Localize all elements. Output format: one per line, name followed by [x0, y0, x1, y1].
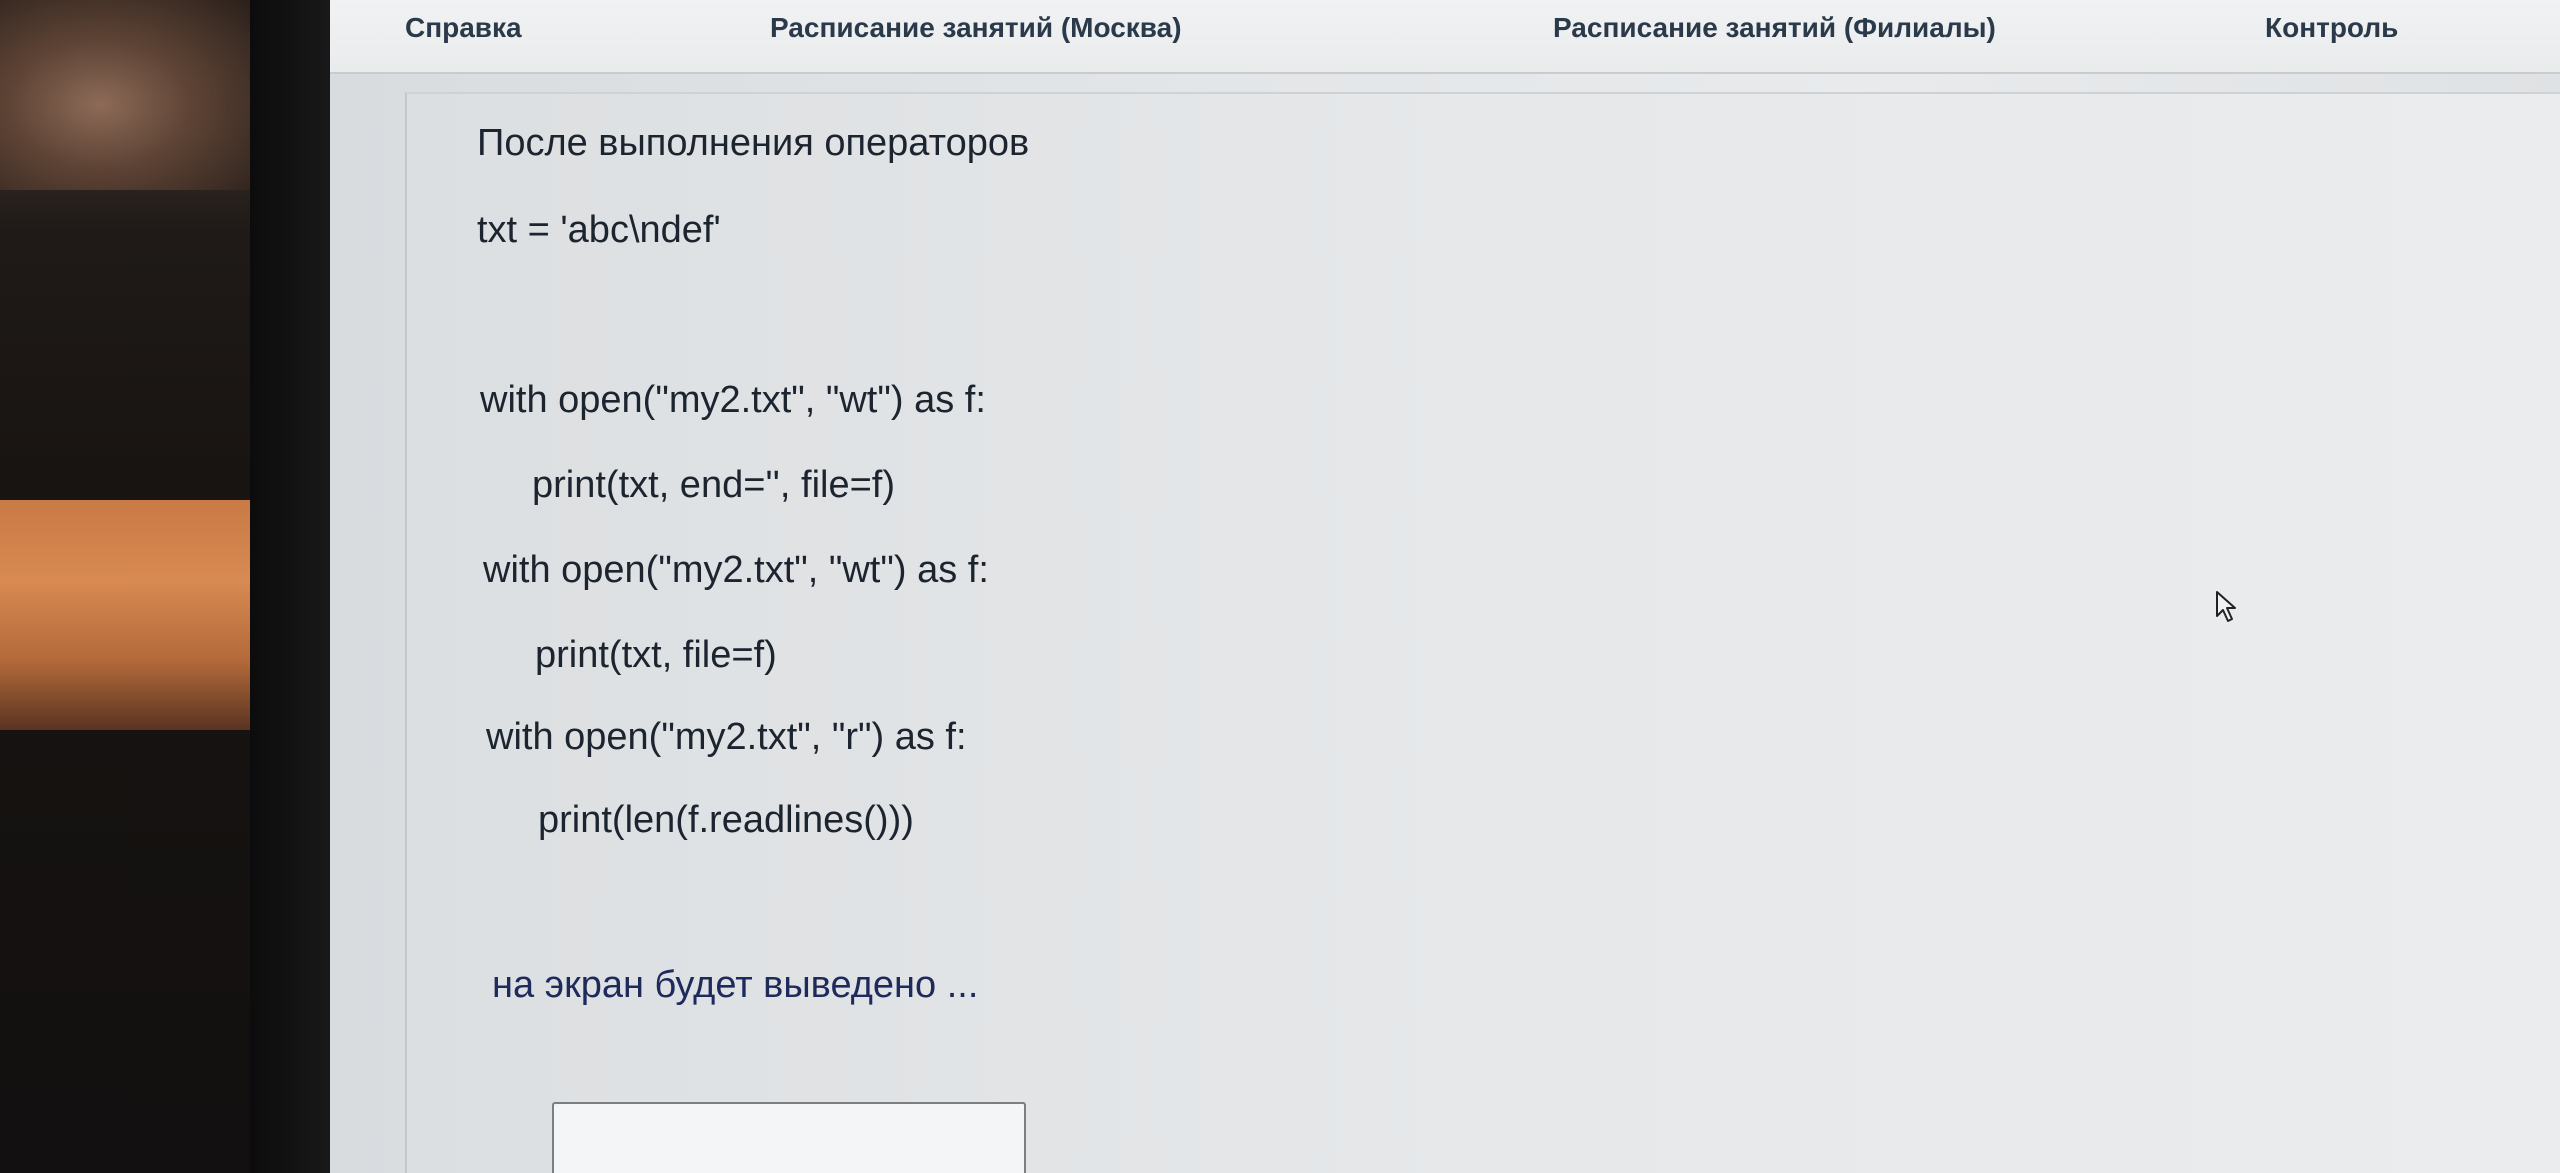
nav-item-schedule-branches[interactable]: Расписание занятий (Филиалы) [1553, 12, 1996, 44]
answer-input[interactable] [552, 1102, 1026, 1173]
question-intro: После выполнения операторов [477, 122, 1030, 164]
room-background-wood [0, 500, 250, 730]
code-line-2: with open("my2.txt", "wt") as f: [480, 379, 986, 421]
code-line-1: txt = 'abc\ndef' [477, 209, 721, 251]
question-outro: на экран будет выведено ... [492, 964, 979, 1006]
code-line-5: print(txt, file=f) [535, 634, 777, 676]
code-line-6: with open("my2.txt", "r") as f: [486, 716, 967, 758]
code-line-3: print(txt, end='', file=f) [532, 464, 896, 506]
nav-item-control[interactable]: Контроль [2265, 12, 2398, 44]
browser-viewport: Справка Расписание занятий (Москва) Расп… [330, 0, 2560, 1173]
question-panel: После выполнения операторов txt = 'abc\n… [405, 92, 2560, 1173]
mouse-pointer-icon [2216, 591, 2236, 622]
nav-item-schedule-moscow[interactable]: Расписание занятий (Москва) [770, 12, 1182, 44]
top-navigation: Справка Расписание занятий (Москва) Расп… [330, 0, 2560, 74]
nav-item-help[interactable]: Справка [405, 12, 522, 44]
room-background-light [0, 0, 250, 190]
code-line-7: print(len(f.readlines())) [538, 799, 914, 841]
code-line-4: with open("my2.txt", "wt") as f: [483, 549, 989, 591]
